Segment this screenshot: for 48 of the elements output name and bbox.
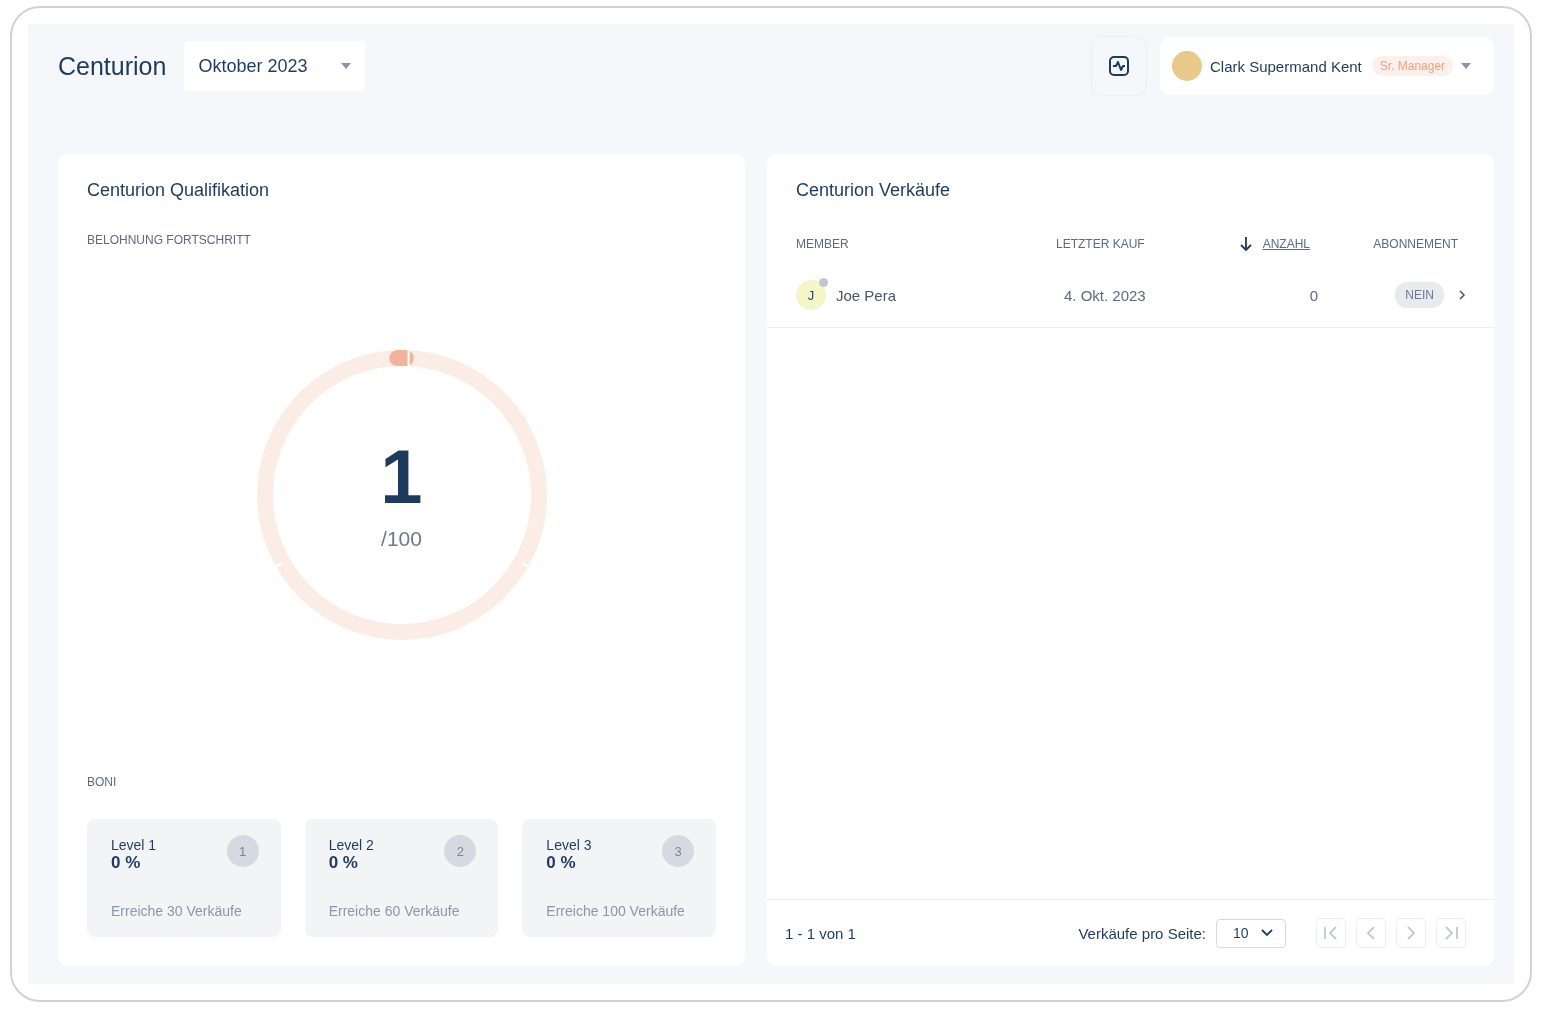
chevron-down-icon [1261,929,1273,937]
user-menu[interactable]: Clark Supermand Kent Sr. Manager [1160,37,1494,95]
member-name: Joe Pera [836,286,897,304]
progress-total: /100 [381,527,422,551]
level-title: Level 2 [328,837,374,853]
subscription-tag: NEIN [1395,282,1444,308]
level-badge: 3 [664,837,692,865]
table-cell-text: 4. Okt. 2023 [1064,286,1147,304]
role-tag: Sr. Manager [1371,56,1454,76]
table-row[interactable]: J Joe Pera 4. Okt. 2023 0 NEIN [767,263,1494,328]
level-title: Level 1 [111,837,157,853]
chevron-right-icon [1458,290,1466,300]
card-title: Centurion Verkäufe [795,180,952,201]
chevron-right-icon [1406,925,1416,941]
per-page-label: Verkäufe pro Seite: [1078,924,1206,942]
level-percent: 0 % [328,853,359,873]
level-hint: Erreiche 100 Verkäufe [546,903,686,919]
last-page-icon [1442,925,1460,941]
first-page-icon [1322,925,1340,941]
progress-value: 1 [380,439,423,515]
section-label: BONI [87,775,118,789]
table-cell-text: 0 [1308,286,1318,304]
avatar-photo-placeholder [1172,51,1202,81]
level-percent: 0 % [111,853,142,873]
column-header[interactable]: ABONNEMENT [1373,237,1458,251]
user-name: Clark Supermand Kent [1210,57,1362,75]
level-hint: Erreiche 30 Verkäufe [111,903,243,919]
card-title: Centurion Qualifikation [87,180,271,201]
month-dropdown[interactable]: Oktober 2023 [184,41,366,91]
caret-icon [341,63,352,69]
section-label: BELOHNUNG FORTSCHRITT [87,233,252,247]
level-title: Level 3 [546,837,592,853]
chevron-left-icon [1366,925,1376,941]
member-avatar: J [796,280,826,310]
column-header[interactable]: LETZTER KAUF [1056,237,1145,251]
column-header[interactable]: MEMBER [796,237,849,251]
level-badge: 2 [446,837,475,865]
level-badge: 1 [228,837,257,865]
level-hint: Erreiche 60 Verkäufe [328,903,461,919]
page-range: 1 - 1 von 1 [785,924,857,942]
pulse-icon [1108,55,1130,77]
sort-down-icon [1238,236,1253,252]
activity-button[interactable] [1092,37,1146,95]
per-page-select[interactable]: 10 [1216,918,1286,948]
caret-icon [1461,63,1472,69]
level-percent: 0 % [546,853,577,873]
column-header[interactable]: ANZAHL [1262,237,1310,251]
app-title: Centurion [58,51,167,81]
